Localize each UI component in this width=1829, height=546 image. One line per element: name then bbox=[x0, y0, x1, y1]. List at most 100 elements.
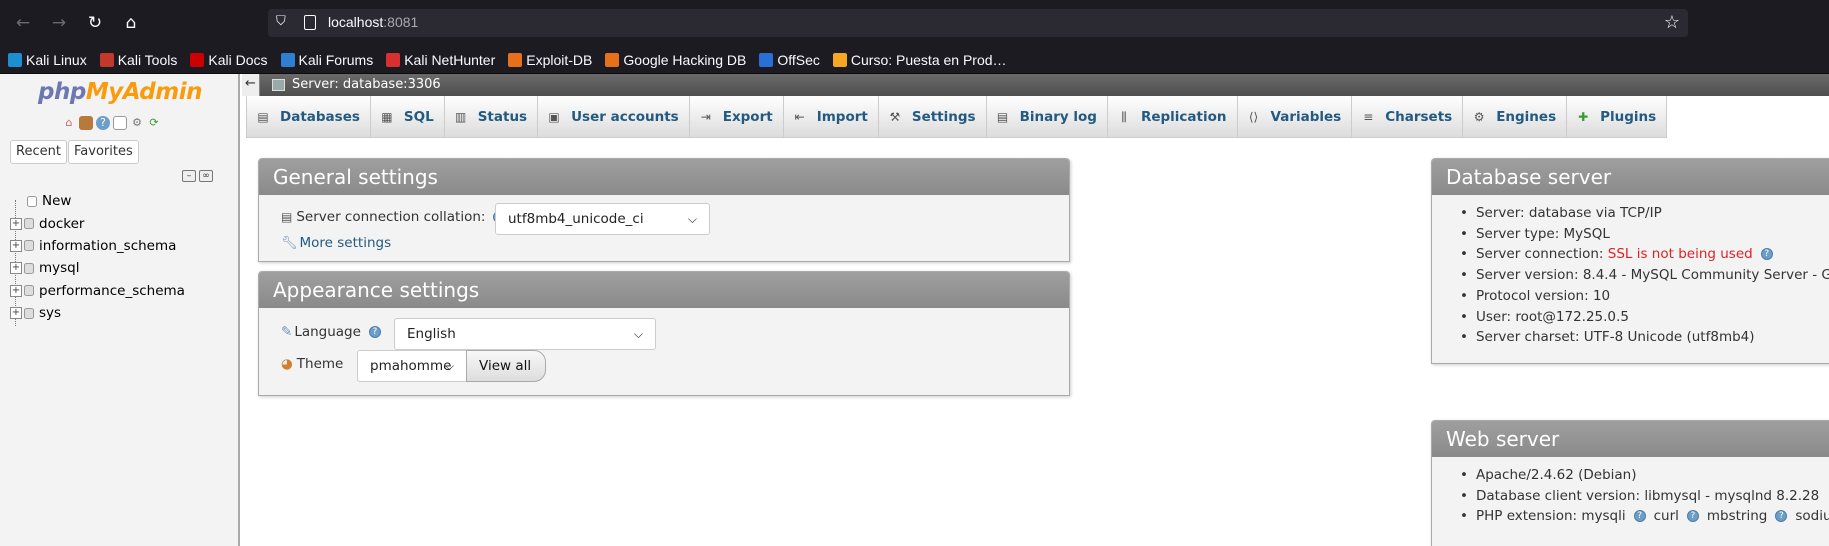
url-text[interactable]: localhost:8081 bbox=[328, 14, 418, 30]
expand-icon[interactable]: + bbox=[10, 262, 22, 275]
docs-icon[interactable] bbox=[113, 116, 127, 130]
shield-icon[interactable]: ⛉ bbox=[276, 14, 292, 32]
bookmark-item[interactable]: Kali Tools bbox=[99, 52, 177, 68]
tab-export[interactable]: ⇥ Export bbox=[688, 96, 784, 138]
bookmark-item[interactable]: Curso: Puesta en Prod… bbox=[832, 52, 1007, 68]
tree-item-label[interactable]: docker bbox=[39, 216, 84, 232]
server-info-text: User: root@172.25.0.5 bbox=[1475, 308, 1629, 325]
help-icon[interactable]: ? bbox=[1775, 510, 1788, 523]
phpmyadmin-logo[interactable]: phpMyAdmin bbox=[38, 79, 202, 105]
php-extension-name: curl bbox=[1653, 508, 1679, 525]
view-all-button[interactable]: View all bbox=[466, 350, 547, 382]
language-label: Language bbox=[294, 324, 361, 340]
help-icon[interactable]: ? bbox=[1686, 510, 1699, 523]
recent-button[interactable]: Recent bbox=[10, 140, 67, 164]
tab-replication[interactable]: ⫼ Replication bbox=[1106, 96, 1238, 138]
tree-item-label[interactable]: New bbox=[42, 193, 71, 209]
tab-label: Variables bbox=[1270, 108, 1342, 125]
tree-item[interactable]: + information_schema bbox=[10, 235, 238, 257]
help-icon[interactable]: ? bbox=[368, 326, 381, 338]
reload-nav-icon[interactable]: ⟳ bbox=[147, 116, 161, 130]
bookmark-item[interactable]: Kali Forums bbox=[280, 52, 373, 68]
tree-item[interactable]: + docker bbox=[10, 212, 238, 234]
tab-plugins[interactable]: ✚ Plugins bbox=[1566, 96, 1668, 138]
tree-item-label[interactable]: performance_schema bbox=[39, 283, 185, 299]
new-db-icon bbox=[27, 195, 37, 207]
tab-databases[interactable]: ▤ Databases bbox=[246, 96, 371, 138]
bookmark-favicon-icon bbox=[508, 52, 523, 67]
collation-label: Server connection collation: bbox=[296, 209, 486, 225]
tab-variables[interactable]: ⟨⟩ Variables bbox=[1236, 96, 1353, 138]
help-icon[interactable]: ? bbox=[1633, 510, 1646, 523]
expand-icon[interactable]: + bbox=[10, 239, 22, 252]
web-info-item: Apache/2.4.62 (Debian) bbox=[1460, 467, 1637, 483]
php-extension-name: mbstring bbox=[1706, 508, 1768, 525]
forward-icon[interactable]: → bbox=[48, 12, 70, 34]
expand-icon[interactable]: + bbox=[10, 284, 22, 297]
bookmark-item[interactable]: Kali Linux bbox=[8, 52, 87, 68]
reload-icon[interactable]: ↻ bbox=[84, 12, 106, 34]
server-label[interactable]: Server: database:3306 bbox=[292, 77, 441, 92]
tab-label: Databases bbox=[280, 108, 360, 125]
tab-engines[interactable]: ⚙ Engines bbox=[1462, 96, 1568, 138]
bookmark-favicon-icon bbox=[605, 52, 620, 67]
logout-icon[interactable] bbox=[79, 116, 93, 130]
general-settings-title: General settings bbox=[259, 159, 1069, 195]
database-icon bbox=[24, 240, 34, 252]
theme-row: ◕ Theme bbox=[281, 356, 343, 372]
theme-value: pmahomme bbox=[370, 358, 452, 374]
tree-item-label[interactable]: sys bbox=[39, 305, 61, 321]
server-info-item: Server: database via TCP/IP bbox=[1460, 205, 1662, 221]
replication-icon: ⫼ bbox=[1121, 109, 1127, 124]
ssl-warning: SSL is not being used bbox=[1607, 246, 1753, 263]
tree-item[interactable]: New bbox=[10, 190, 238, 212]
bookmark-item[interactable]: Kali Docs bbox=[190, 52, 268, 68]
php-extension-name: sodium bbox=[1795, 508, 1829, 525]
back-icon[interactable]: ← bbox=[12, 12, 34, 34]
tree-item[interactable]: + sys bbox=[10, 302, 238, 324]
home-icon[interactable]: ⌂ bbox=[120, 12, 142, 34]
more-settings-link[interactable]: More settings bbox=[300, 235, 392, 251]
help-icon[interactable]: ? bbox=[1760, 248, 1773, 261]
tab-binary-log[interactable]: ▤ Binary log bbox=[985, 96, 1108, 138]
help-icon[interactable]: ? bbox=[96, 116, 110, 130]
tree-item-label[interactable]: mysql bbox=[39, 260, 80, 276]
tab-sql[interactable]: ▦ SQL bbox=[369, 96, 445, 138]
collation-select[interactable]: utf8mb4_unicode_ci ⌵ bbox=[495, 203, 710, 235]
tab-label: Settings bbox=[911, 108, 976, 125]
expand-icon[interactable]: + bbox=[10, 217, 22, 230]
bookmark-label: Exploit-DB bbox=[526, 51, 593, 68]
collation-row: ▤ Server connection collation: ? bbox=[281, 209, 506, 225]
link-icon[interactable]: ∞ bbox=[199, 170, 213, 182]
sql-icon: ▦ bbox=[381, 109, 393, 124]
bookmark-item[interactable]: Exploit-DB bbox=[508, 52, 592, 68]
tab-settings[interactable]: ⚒ Settings bbox=[877, 96, 987, 138]
tree-item[interactable]: + performance_schema bbox=[10, 280, 238, 302]
tab-user-accounts[interactable]: ▣ User accounts bbox=[537, 96, 690, 138]
appearance-settings-panel: Appearance settings ✎ Language ? English… bbox=[258, 271, 1070, 396]
server-info-item: Server type: MySQL bbox=[1460, 226, 1610, 242]
collapse-all-icon[interactable]: – bbox=[182, 170, 196, 182]
home-icon[interactable]: ⌂ bbox=[62, 116, 76, 130]
gear-icon[interactable]: ⚙ bbox=[130, 116, 144, 130]
bookmark-item[interactable]: OffSec bbox=[759, 52, 820, 68]
bookmark-star-icon[interactable]: ☆ bbox=[1664, 12, 1680, 33]
url-bar[interactable]: ⛉ localhost:8081 ☆ bbox=[268, 9, 1688, 37]
list-icon: ▤ bbox=[281, 210, 293, 224]
server-info-text: Server connection: bbox=[1475, 246, 1608, 263]
tree-item[interactable]: + mysql bbox=[10, 257, 238, 279]
language-select[interactable]: English ⌵ bbox=[394, 318, 656, 350]
tab-status[interactable]: ▥ Status bbox=[443, 96, 539, 138]
tree-item-label[interactable]: information_schema bbox=[39, 238, 176, 254]
bookmark-item[interactable]: Google Hacking DB bbox=[605, 52, 746, 68]
bookmark-favicon-icon bbox=[99, 52, 114, 67]
favorites-button[interactable]: Favorites bbox=[68, 140, 139, 164]
chevron-down-icon: ⌵ bbox=[687, 212, 697, 226]
bookmark-item[interactable]: Kali NetHunter bbox=[386, 52, 495, 68]
tab-import[interactable]: ⇤ Import bbox=[782, 96, 879, 138]
tab-charsets[interactable]: ≡ Charsets bbox=[1351, 96, 1464, 138]
theme-select[interactable]: pmahomme ⌵ bbox=[357, 350, 467, 382]
expand-icon[interactable]: + bbox=[10, 307, 22, 320]
collapse-nav-icon[interactable]: ← bbox=[242, 74, 260, 96]
tab-label: Plugins bbox=[1600, 108, 1657, 125]
